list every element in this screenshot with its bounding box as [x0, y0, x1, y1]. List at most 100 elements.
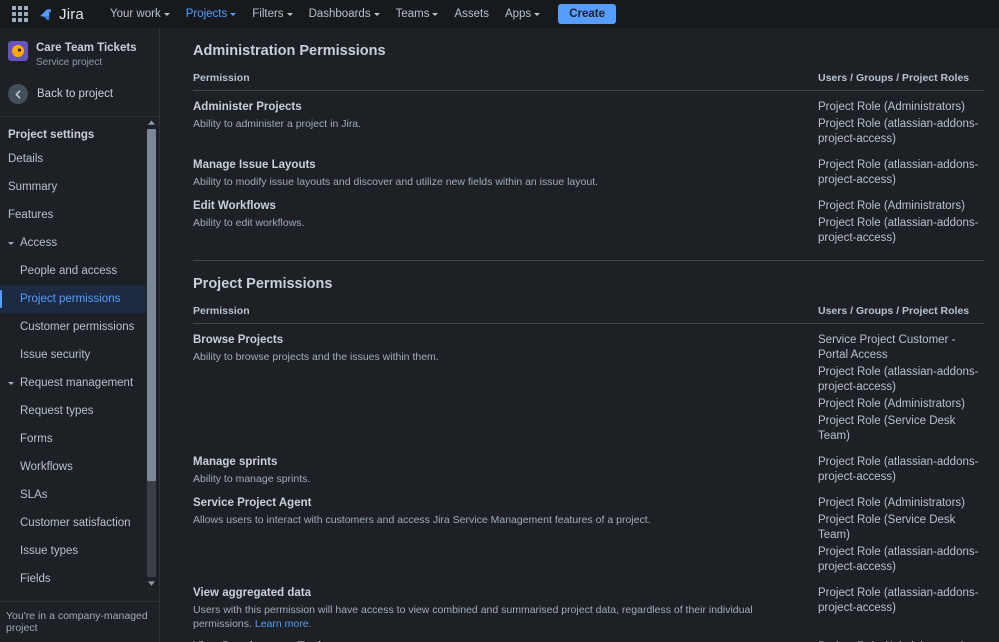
sidebar-item-issue-types[interactable]: Issue types: [0, 537, 159, 565]
chevron-down-icon: [534, 13, 541, 16]
role-entry: Project Role (Administrators): [818, 398, 965, 410]
role-entry: Project Role (atlassian-addons-project-a…: [818, 546, 979, 573]
nav-items-container: Your work Projects Filters Dashboards Teams A…: [102, 4, 548, 24]
sidebar-item-request-types[interactable]: Request types: [0, 397, 159, 425]
sidebar-item-forms[interactable]: Forms: [0, 425, 159, 453]
sidebar-item-people-and-access[interactable]: People and access: [0, 257, 159, 285]
table-row: Administer Projects Ability to administer…: [193, 91, 984, 149]
role-entry: Project Role (atlassian-addons-project-a…: [818, 217, 979, 244]
sidebar-item-issue-security[interactable]: Issue security: [0, 341, 159, 369]
learn-more-link[interactable]: Learn more.: [255, 618, 312, 630]
nav-item-label: Apps: [504, 8, 532, 20]
sidebar-item-label: Forms: [20, 433, 53, 445]
chevron-down-icon: [373, 13, 380, 16]
sidebar-item-customer-permissions[interactable]: Customer permissions: [0, 313, 159, 341]
permission-description: Users with this permission will have acc…: [193, 604, 753, 630]
project-settings-heading: Project settings: [8, 129, 95, 141]
role-entry: Project Role (Administrators): [818, 200, 965, 212]
sidebar-item-label: Request management: [20, 377, 134, 389]
project-sidebar: Care Team Tickets Service project Back t…: [0, 28, 160, 642]
table-row: Manage Issue Layouts Ability to modify is…: [193, 149, 984, 190]
permission-cell: Administer Projects Ability to administer…: [193, 100, 818, 131]
role-entry: Project Role (atlassian-addons-project-a…: [818, 118, 979, 145]
sidebar-item-summary[interactable]: Summary: [0, 173, 159, 201]
nav-item-label: Filters: [252, 8, 284, 20]
permission-sections-container: Administration Permissions Permission User…: [193, 28, 984, 642]
scrollbar-up-arrow-icon[interactable]: [146, 117, 157, 128]
permission-description: Ability to modify issue layouts and disc…: [193, 176, 599, 188]
permission-cell: Manage sprints Ability to manage sprints.: [193, 455, 818, 486]
sidebar-item-request-management[interactable]: Request management: [0, 369, 159, 397]
create-button[interactable]: Create: [558, 4, 616, 24]
table-header: Permission Users / Groups / Project Roles: [193, 305, 984, 324]
sidebar-item-workflows[interactable]: Workflows: [0, 453, 159, 481]
role-entry: Project Role (atlassian-addons-project-a…: [818, 366, 979, 393]
sidebar-item-project-permissions[interactable]: Project permissions: [0, 285, 146, 313]
back-to-project-link[interactable]: Back to project: [0, 80, 159, 116]
sidebar-item-label: Project permissions: [20, 293, 121, 305]
jira-brand-text: Jira: [59, 5, 84, 23]
permissions-table: Permission Users / Groups / Project Roles…: [193, 72, 984, 248]
permission-name: Edit Workflows: [193, 200, 276, 212]
section-title: Project Permissions: [193, 276, 333, 292]
sidebar-item-label: Customer satisfaction: [20, 517, 131, 529]
permission-name: Manage Issue Layouts: [193, 159, 316, 171]
table-row: Service Project Agent Allows users to int…: [193, 487, 984, 577]
sidebar-item-fields[interactable]: Fields: [0, 565, 159, 593]
roles-cell: Project Role (atlassian-addons-project-a…: [818, 455, 984, 487]
roles-cell: Service Project Customer - Portal Access…: [818, 333, 984, 446]
column-header-permission: Permission: [193, 305, 250, 317]
sidebar-nav-scroll-area: Project settings Details Summary Features A…: [0, 116, 159, 589]
sidebar-item-slas[interactable]: SLAs: [0, 481, 159, 509]
project-avatar: [8, 41, 28, 61]
column-header-permission: Permission: [193, 72, 250, 84]
role-entry: Project Role (atlassian-addons-project-a…: [818, 159, 979, 186]
permission-name: Browse Projects: [193, 334, 284, 346]
permission-cell: View aggregated data Users with this perm…: [193, 586, 818, 631]
role-entry: Project Role (atlassian-addons-project-a…: [818, 587, 979, 614]
apps-grid-icon[interactable]: [12, 6, 28, 22]
nav-item-your-work[interactable]: Your work: [102, 4, 178, 24]
scrollbar-track-remainder[interactable]: [147, 481, 156, 577]
nav-item-assets[interactable]: Assets: [446, 4, 497, 24]
sidebar-scrollbar[interactable]: [146, 117, 157, 589]
nav-item-dashboards[interactable]: Dashboards: [301, 4, 388, 24]
table-row: Manage sprints Ability to manage sprints.…: [193, 446, 984, 487]
sidebar-item-label: Issue types: [20, 545, 79, 557]
role-entry: Project Role (Administrators): [818, 101, 965, 113]
sidebar-item-features[interactable]: Features: [0, 201, 159, 229]
project-header[interactable]: Care Team Tickets Service project: [0, 28, 159, 80]
scrollbar-down-arrow-icon[interactable]: [146, 578, 157, 589]
permission-name: Service Project Agent: [193, 497, 312, 509]
table-row: View aggregated data Users with this perm…: [193, 577, 984, 631]
chevron-down-icon: [163, 13, 170, 16]
table-row: Browse Projects Ability to browse project…: [193, 324, 984, 446]
jira-logo-icon: [40, 8, 51, 20]
role-entry: Project Role (Service Desk Team): [818, 415, 956, 442]
nav-item-teams[interactable]: Teams: [388, 4, 447, 24]
table-header: Permission Users / Groups / Project Roles: [193, 72, 984, 91]
sidebar-item-details[interactable]: Details: [0, 145, 159, 173]
sidebar-item-access[interactable]: Access: [0, 229, 159, 257]
permission-name: Manage sprints: [193, 456, 278, 468]
permission-section: Administration Permissions Permission User…: [193, 28, 984, 261]
back-arrow-icon: [8, 84, 28, 104]
chevron-down-icon: [432, 13, 439, 16]
jira-home-link[interactable]: Jira: [37, 6, 84, 23]
nav-item-filters[interactable]: Filters: [244, 4, 300, 24]
nav-item-label: Dashboards: [308, 8, 371, 20]
roles-cell: Project Role (Administrators) Project Rol…: [818, 496, 984, 577]
scrollbar-thumb[interactable]: [147, 129, 156, 481]
permission-name: Administer Projects: [193, 101, 302, 113]
permission-cell: Browse Projects Ability to browse project…: [193, 333, 818, 364]
sidebar-item-label: People and access: [20, 265, 118, 277]
main-content: Administration Permissions Permission User…: [160, 28, 999, 642]
nav-item-apps[interactable]: Apps: [497, 4, 548, 24]
project-type: Service project: [36, 57, 103, 68]
sidebar-item-customer-satisfaction[interactable]: Customer satisfaction: [0, 509, 159, 537]
column-header-roles: Users / Groups / Project Roles: [818, 305, 970, 317]
nav-item-projects[interactable]: Projects: [178, 4, 245, 24]
permission-cell: Service Project Agent Allows users to int…: [193, 496, 818, 527]
permission-description: Allows users to interact with customers …: [193, 514, 651, 526]
roles-cell: Project Role (Administrators) Project Rol…: [818, 100, 984, 149]
